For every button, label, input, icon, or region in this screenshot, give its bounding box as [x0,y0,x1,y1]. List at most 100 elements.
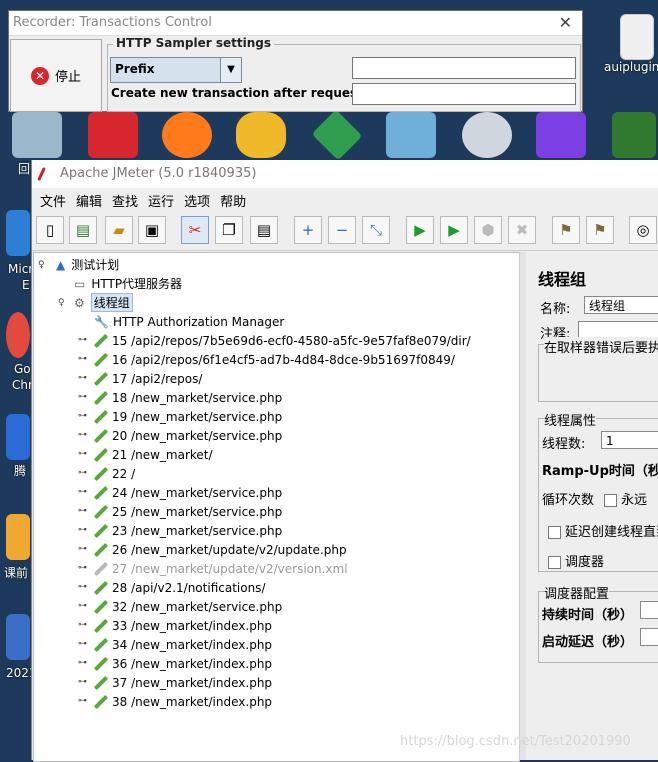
chevron-right-icon[interactable]: ⊶ [78,544,87,554]
tree-node-test-plan[interactable]: ▲ 测试计划 [56,255,119,274]
tree-node-sampler[interactable]: 16 /api2/repos/6f1e4cf5-ad7b-4d84-8dce-9… [94,350,455,369]
tree-node-sampler[interactable]: 36 /new_market/index.php [94,654,272,673]
chevron-right-icon[interactable]: ⊶ [78,563,87,573]
start-icon[interactable]: ▶ [406,216,434,244]
tree-node-sampler[interactable]: 18 /new_market/service.php [94,388,282,407]
threads-input[interactable]: 1 [601,431,658,449]
start-no-pause-icon[interactable]: ▶ [440,216,468,244]
toggle-icon[interactable]: ⤡ [362,216,390,244]
desktop-label: E [22,278,30,292]
tree-node-sampler[interactable]: 19 /new_market/service.php [94,407,282,426]
chevron-right-icon[interactable]: ⊶ [78,411,87,421]
tree-node-sampler[interactable]: 34 /new_market/index.php [94,635,272,654]
tree-node-sampler[interactable]: 38 /new_market/index.php [94,692,272,711]
tree-node-sampler[interactable]: 25 /new_market/service.php [94,502,282,521]
chevron-right-icon[interactable]: ⊶ [78,373,87,383]
open-icon[interactable]: ▰ [105,216,133,244]
tree-node-sampler[interactable]: 32 /new_market/service.php [94,597,282,616]
chevron-right-icon[interactable]: ⊶ [78,658,87,668]
chevron-right-icon[interactable]: ⊶ [78,468,87,478]
tree-node-sampler[interactable]: 23 /new_market/service.php [94,521,282,540]
course-app-icon[interactable] [6,514,30,560]
tree-node-sampler[interactable]: 22 / [94,464,135,483]
f-app-icon[interactable] [311,109,363,161]
tree-node-sampler[interactable]: 28 /api/v2.1/notifications/ [94,578,265,597]
d-app-icon[interactable] [536,112,586,158]
new-icon[interactable]: ▯ [36,216,64,244]
templates-icon[interactable]: ▤ [69,216,97,244]
chevron-right-icon[interactable]: ⊶ [78,335,87,345]
chart-app-icon[interactable] [612,112,656,158]
chevron-down-icon[interactable]: ▼ [220,58,241,82]
tree-node-sampler[interactable]: 21 /new_market/ [94,445,213,464]
expand-icon[interactable]: + [294,216,322,244]
tree-node-sampler[interactable]: 26 /new_market/update/v2/update.php [94,540,347,559]
menu-help[interactable]: 帮助 [215,191,251,210]
search-icon[interactable]: ◎ [629,216,657,244]
chevron-right-icon[interactable]: ⊶ [78,696,87,706]
edge-icon[interactable] [6,210,30,256]
tencent-icon[interactable] [6,414,30,460]
startup-delay-input[interactable] [640,628,658,646]
tree-node-sampler[interactable]: 20 /new_market/service.php [94,426,282,445]
prefix-select[interactable]: Prefix ▼ [110,57,242,83]
youdao-icon[interactable] [88,112,138,158]
chevron-right-icon[interactable]: ⊶ [78,354,87,364]
close-icon[interactable]: ✕ [559,11,572,35]
chevron-right-icon[interactable]: ⊶ [78,506,87,516]
chevron-right-icon[interactable]: ⊶ [78,677,87,687]
tree-node-auth-manager[interactable]: 🔧 HTTP Authorization Manager [94,312,284,331]
tree-node-sampler[interactable]: 15 /api2/repos/7b5e69d6-ecf0-4580-a5fc-9… [94,331,471,350]
pdf-file-icon[interactable] [620,14,654,60]
prefix-input[interactable] [352,57,576,79]
recycle-bin-icon[interactable] [12,112,62,158]
scheduler-checkbox[interactable]: 调度器 [548,551,604,570]
stop-button[interactable]: ✕ 停止 [10,39,102,112]
chevron-right-icon[interactable]: ⊶ [78,601,87,611]
menu-search[interactable]: 查找 [107,191,143,210]
cd-app-icon[interactable] [462,112,512,158]
chrome-icon[interactable] [6,312,30,358]
word-file-icon[interactable] [6,614,30,660]
chevron-right-icon[interactable]: ⊶ [78,620,87,630]
mouse-app-icon[interactable] [236,112,286,158]
delay-thread-checkbox[interactable]: 延迟创建线程直到 [548,521,658,540]
tree-node-proxy[interactable]: ▭ HTTP代理服务器 [74,274,182,293]
clear-all-icon[interactable]: ⚑ [586,216,614,244]
chevron-down-icon[interactable]: ♀ [38,260,45,270]
menu-run[interactable]: 运行 [143,191,179,210]
shutdown-icon[interactable]: ✖ [508,216,536,244]
tree-node-thread-group[interactable]: ⚙ 线程组 [74,293,133,312]
paste-icon[interactable]: ▤ [250,216,278,244]
chevron-right-icon[interactable]: ⊶ [78,639,87,649]
cut-icon[interactable]: ✂ [181,216,209,244]
chevron-down-icon[interactable]: ♀ [58,298,65,308]
menu-edit[interactable]: 编辑 [71,191,107,210]
copy-icon[interactable]: ❐ [215,216,243,244]
firefox-icon[interactable] [162,112,212,158]
create-transaction-input[interactable] [352,83,576,105]
duration-input[interactable] [640,601,658,619]
tree-node-sampler[interactable]: 33 /new_market/index.php [94,616,272,635]
stop-icon[interactable]: ⬢ [474,216,502,244]
chevron-right-icon[interactable]: ⊶ [78,430,87,440]
tree-node-sampler[interactable]: 27 /new_market/update/v2/version.xml [94,559,348,578]
puzzle-app-icon[interactable] [386,112,436,158]
tree-node-sampler[interactable]: 17 /api2/repos/ [94,369,202,388]
tree-node-sampler[interactable]: 24 /new_market/service.php [94,483,282,502]
chevron-right-icon[interactable]: ⊶ [78,525,87,535]
chevron-right-icon[interactable]: ⊶ [78,582,87,592]
chevron-right-icon[interactable]: ⊶ [78,449,87,459]
collapse-icon[interactable]: − [328,216,356,244]
forever-checkbox[interactable]: 永远 [604,489,647,508]
tree-node-sampler[interactable]: 37 /new_market/index.php [94,673,272,692]
chevron-right-icon[interactable]: ⊶ [78,392,87,402]
tree-node-label: 26 /new_market/update/v2/update.php [112,542,347,557]
save-icon[interactable]: ▣ [138,216,166,244]
clear-icon[interactable]: ⚑ [552,216,580,244]
desktop-label-right: auiplugin- [604,60,658,74]
name-input[interactable]: 线程组 [584,296,658,314]
menu-file[interactable]: 文件 [35,191,71,210]
menu-options[interactable]: 选项 [179,191,215,210]
chevron-right-icon[interactable]: ⊶ [78,487,87,497]
